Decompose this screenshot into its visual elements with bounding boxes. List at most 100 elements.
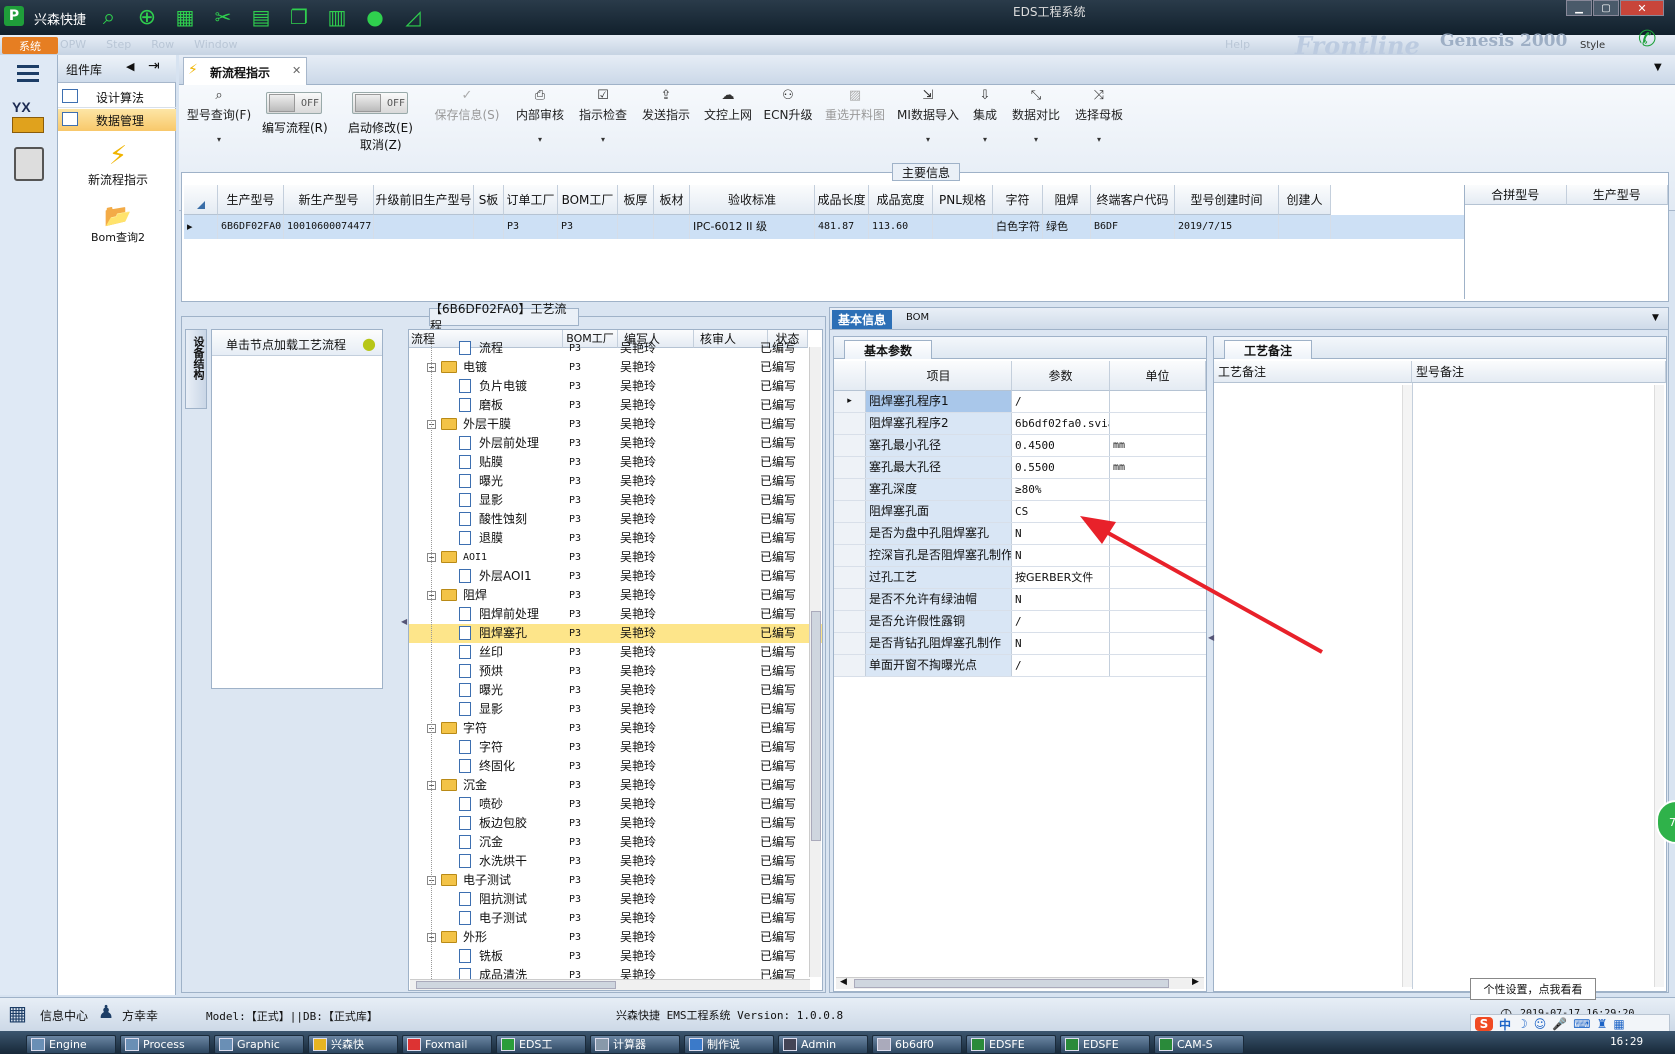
search-icon[interactable]: ⌕ (96, 4, 122, 30)
taskbar-item[interactable]: 6b6df0 (872, 1035, 962, 1054)
main-info-cell[interactable] (1279, 215, 1331, 239)
main-info-col-header[interactable]: PNL规格 (933, 185, 993, 215)
tree-row[interactable]: 酸性蚀刻 P3 吴艳玲 已编写 (409, 510, 822, 529)
param-value[interactable]: 6b6df02fa0.svia (1012, 413, 1110, 434)
merge-col-header[interactable]: 生产型号 (1566, 185, 1668, 205)
new-flow-tool[interactable]: ⚡ 新流程指示 (68, 139, 168, 189)
param-value[interactable]: / (1012, 391, 1110, 412)
params-col-header[interactable]: 参数 (1012, 361, 1110, 391)
param-row[interactable]: 塞孔最小孔径 0.4500 mm (834, 435, 1206, 457)
main-info-col-header[interactable]: 板厚 (618, 185, 654, 215)
taskbar-item[interactable]: Process (120, 1035, 210, 1054)
tree-row[interactable]: − 外形 P3 吴艳玲 已编写 (409, 928, 822, 947)
doc-tab-new-flow[interactable]: ⚡ 新流程指示 ✕ (183, 57, 307, 85)
scroll-thumb[interactable] (854, 979, 1169, 988)
main-info-col-header[interactable]: 验收标准 (690, 185, 815, 215)
remarks-col-header[interactable]: 工艺备注 (1214, 361, 1412, 383)
factory-logo-icon[interactable]: YX (12, 99, 46, 137)
style-menu[interactable]: Style (1580, 40, 1605, 51)
param-row[interactable]: 阻焊塞孔程序2 6b6df02fa0.svia (834, 413, 1206, 435)
main-info-col-header[interactable]: 新生产型号 (284, 185, 374, 215)
maximize-icon[interactable]: ▢ (1593, 0, 1619, 16)
main-info-col-header[interactable]: 订单工厂 (504, 185, 558, 215)
tab-process-remarks[interactable]: 工艺备注 (1224, 340, 1312, 359)
main-info-col-header[interactable]: 字符 (993, 185, 1043, 215)
main-info-col-header[interactable]: 成品宽度 (869, 185, 933, 215)
tree-row[interactable]: 磨板 P3 吴艳玲 已编写 (409, 396, 822, 415)
tree-row[interactable]: 字符 P3 吴艳玲 已编写 (409, 738, 822, 757)
splitter-arrow-left-icon[interactable]: ◀ (401, 617, 407, 626)
ecn-upgrade-button[interactable]: ⚇ ECN升级 (760, 88, 816, 178)
tab-bom[interactable]: BOM (906, 312, 929, 323)
collapse-left-icon[interactable]: ◀ (126, 60, 134, 73)
tree-row[interactable]: 预烘 P3 吴艳玲 已编写 (409, 662, 822, 681)
main-info-cell[interactable]: 113.60 (869, 215, 933, 239)
main-info-col-header[interactable]: 终端客户代码 (1091, 185, 1175, 215)
calculator-icon[interactable] (14, 147, 44, 181)
main-info-cell[interactable] (654, 215, 690, 239)
tree-row[interactable]: 曝光 P3 吴艳玲 已编写 (409, 681, 822, 700)
tree-row[interactable]: 水洗烘干 P3 吴艳玲 已编写 (409, 852, 822, 871)
main-info-cell[interactable]: P3 (558, 215, 618, 239)
table-icon[interactable]: ▦ (172, 4, 198, 30)
ime-mode[interactable]: 中 (1499, 1016, 1511, 1033)
grid-row[interactable]: ▸ 6B6DF02FA0 10010600074477 P3 P3 IPC-6012 II… (184, 215, 1464, 239)
main-info-col-header[interactable]: 创建人 (1279, 185, 1331, 215)
taskbar-item[interactable]: 兴森快 (308, 1035, 398, 1054)
hamburger-menu-icon[interactable] (12, 60, 44, 86)
main-info-cell[interactable]: 6B6DF02FA0 (218, 215, 284, 239)
subtab-basic-params[interactable]: 基本参数 (844, 340, 932, 359)
tree-vscroll[interactable] (809, 347, 821, 977)
param-value[interactable]: 0.5500 (1012, 457, 1110, 478)
equipment-vertical-tab[interactable]: 设备结构 (185, 329, 207, 409)
main-info-cell[interactable]: 2019/7/15 (1175, 215, 1279, 239)
write-flow-toggle[interactable]: OFF (266, 92, 322, 114)
param-row[interactable]: 塞孔最大孔径 0.5500 mm (834, 457, 1206, 479)
tab-basic-info[interactable]: 基本信息 (832, 310, 892, 329)
start-modify-toggle[interactable]: OFF (352, 92, 408, 114)
close-icon[interactable]: ✕ (1620, 0, 1664, 16)
minimize-icon[interactable]: ▁ (1566, 0, 1592, 16)
remarks-scroll-right[interactable] (1654, 385, 1664, 987)
main-info-cell[interactable] (474, 215, 504, 239)
tree-row[interactable]: 显影 P3 吴艳玲 已编写 (409, 491, 822, 510)
tree-row[interactable]: 阻焊塞孔 P3 吴艳玲 已编写 (409, 624, 822, 643)
save-info-button[interactable]: ✓ 保存信息(S) (432, 88, 502, 178)
main-info-cell[interactable]: 481.87 (815, 215, 869, 239)
params-col-header[interactable]: 单位 (1110, 361, 1206, 391)
main-info-col-header[interactable]: S板 (474, 185, 504, 215)
menu-item[interactable]: Window (194, 38, 237, 51)
tree-row[interactable]: − 字符 P3 吴艳玲 已编写 (409, 719, 822, 738)
model-query-button[interactable]: ⌕ 型号查询(F) ▾ (184, 88, 254, 178)
pin-icon[interactable]: ⇥ (148, 58, 160, 74)
main-info-col-header[interactable]: 升级前旧生产型号 (374, 185, 474, 215)
main-info-col-header[interactable]: 生产型号 (218, 185, 284, 215)
tree-row[interactable]: 喷砂 P3 吴艳玲 已编写 (409, 795, 822, 814)
copy-icon[interactable]: ❐ (286, 4, 312, 30)
library-item-design[interactable]: 设计算法 (58, 86, 176, 108)
chevron-down-icon[interactable]: ▼ (1654, 62, 1662, 73)
scroll-left-icon[interactable]: ◀ (840, 977, 847, 987)
grid-icon[interactable]: ▥ (324, 4, 350, 30)
info-center-label[interactable]: 信息中心 (40, 1007, 88, 1024)
fill-material-button[interactable]: ▨ 重选开料图 (818, 88, 892, 178)
scroll-right-icon[interactable]: ▶ (1192, 977, 1199, 987)
scroll-thumb[interactable] (416, 981, 616, 989)
tree-row[interactable]: − 阻焊 P3 吴艳玲 已编写 (409, 586, 822, 605)
chart-icon[interactable]: ◿ (400, 4, 426, 30)
main-info-cell[interactable]: P3 (504, 215, 558, 239)
menu-item[interactable]: OPW (60, 38, 86, 51)
user-icon[interactable]: ● (362, 4, 388, 30)
library-item-data[interactable]: 数据管理 (58, 109, 176, 131)
send-instruction-button[interactable]: ⇪ 发送指示 (636, 88, 696, 178)
phone-icon[interactable]: ✆ (1638, 27, 1656, 52)
tree-row[interactable]: 终固化 P3 吴艳玲 已编写 (409, 757, 822, 776)
tree-row[interactable]: 铣板 P3 吴艳玲 已编写 (409, 947, 822, 966)
taskbar-item[interactable]: 制作说 (684, 1035, 774, 1054)
tree-row[interactable]: − 电镀 P3 吴艳玲 已编写 (409, 358, 822, 377)
main-info-col-header[interactable]: 成品长度 (815, 185, 869, 215)
param-row[interactable]: 塞孔深度 ≥80% (834, 479, 1206, 501)
main-info-cell[interactable]: B6DF (1091, 215, 1175, 239)
main-info-cell[interactable] (618, 215, 654, 239)
mic-icon[interactable]: 🎤 (1552, 1017, 1567, 1031)
